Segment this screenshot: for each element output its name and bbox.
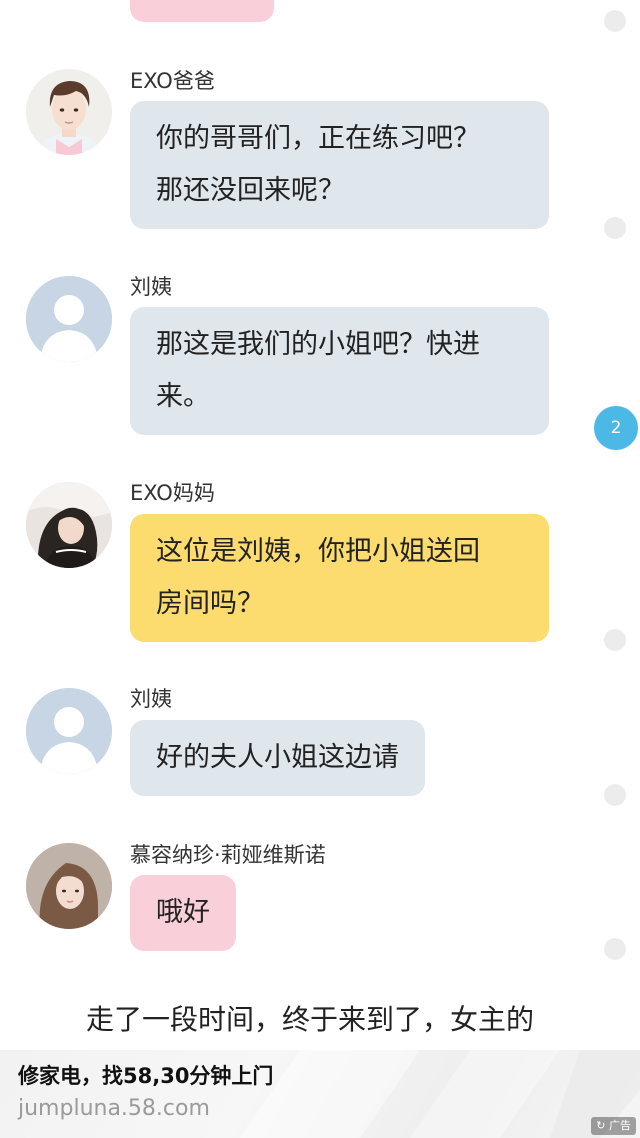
- chat-story-page: 2 EXO爸爸 你的哥哥们，正在练习吧？ 那还没回来呢？ 刘姨 那这是我们的小姐…: [0, 0, 640, 1138]
- message-bubble[interactable]: 那这是我们的小姐吧？快进 来。: [130, 307, 549, 435]
- ad-label-text: 广告: [609, 1119, 631, 1132]
- sender-name: 刘姨: [130, 275, 172, 299]
- previous-message-bubble: [130, 0, 274, 22]
- sender-name: EXO爸爸: [130, 69, 215, 93]
- side-dot: [604, 217, 626, 239]
- side-dot: [604, 10, 626, 32]
- message-bubble[interactable]: 哦好: [130, 875, 236, 951]
- message-text: 哦好: [156, 897, 210, 928]
- message-bubble[interactable]: 你的哥哥们，正在练习吧？ 那还没回来呢？: [130, 101, 549, 229]
- narration-text: 走了一段时间，终于来到了，女主的: [86, 1003, 535, 1036]
- ad-url[interactable]: jumpluna.58.com: [18, 1096, 210, 1121]
- ad-title[interactable]: 修家电，找58,30分钟上门: [18, 1060, 273, 1090]
- ad-label: ↻ 广告: [591, 1117, 636, 1135]
- male-avatar[interactable]: [26, 69, 112, 155]
- default-user-avatar[interactable]: [26, 688, 112, 774]
- unread-count-badge[interactable]: 2: [594, 406, 638, 450]
- female-avatar[interactable]: [26, 482, 112, 568]
- ad-banner[interactable]: 修家电，找58,30分钟上门 jumpluna.58.com ↻ 广告: [0, 1050, 640, 1138]
- message-text: 你的哥哥们，正在练习吧？: [156, 123, 480, 154]
- sender-name: EXO妈妈: [130, 481, 215, 505]
- message-text: 好的夫人小姐这边请: [156, 742, 399, 773]
- message-text: 房间吗？: [156, 588, 264, 619]
- refresh-icon: ↻: [596, 1119, 606, 1132]
- sender-name: 慕容纳珍·莉娅维斯诺: [130, 843, 326, 867]
- side-dot: [604, 629, 626, 651]
- message-text: 这位是刘姨，你把小姐送回: [156, 536, 480, 567]
- message-bubble[interactable]: 好的夫人小姐这边请: [130, 720, 425, 796]
- message-text: 来。: [156, 381, 210, 412]
- message-text: 那还没回来呢？: [156, 175, 345, 206]
- female-avatar[interactable]: [26, 843, 112, 929]
- side-dot: [604, 784, 626, 806]
- sender-name: 刘姨: [130, 687, 172, 711]
- side-dot: [604, 938, 626, 960]
- message-bubble[interactable]: 这位是刘姨，你把小姐送回 房间吗？: [130, 514, 549, 642]
- message-text: 那这是我们的小姐吧？快进: [156, 329, 480, 360]
- default-user-avatar[interactable]: [26, 276, 112, 362]
